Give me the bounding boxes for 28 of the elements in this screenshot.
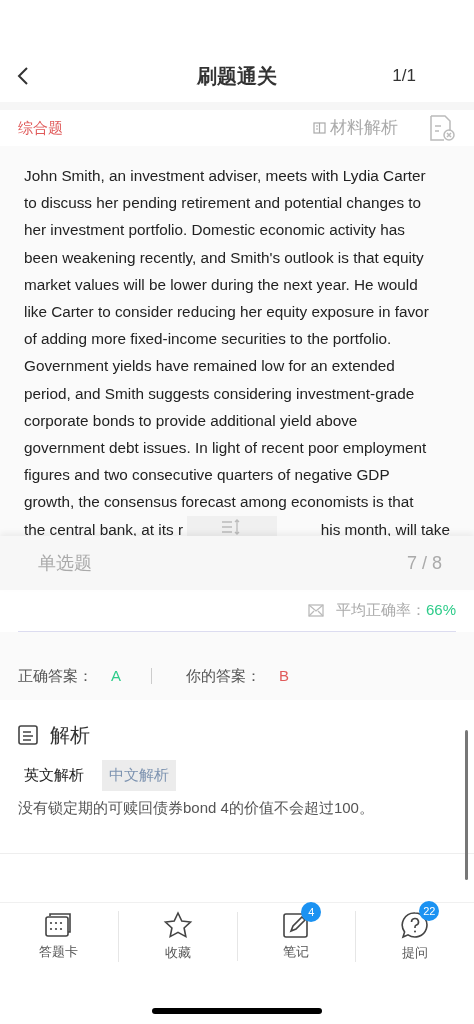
back-icon[interactable]: [16, 66, 30, 86]
nav-item[interactable]: 收藏: [162, 910, 193, 963]
count-badge: 4: [301, 901, 322, 922]
accuracy-label: 平均正确率：: [335, 600, 426, 621]
accuracy-value: 66%: [425, 600, 456, 621]
question-type: 综合题: [18, 117, 63, 138]
drag-handle[interactable]: [187, 516, 277, 536]
your-answer: B: [279, 665, 290, 686]
nav-item[interactable]: 答题卡: [39, 911, 79, 962]
book-icon: [313, 122, 326, 134]
analysis-title: 解析: [50, 723, 90, 748]
document-icon: [18, 725, 38, 745]
sub-question-type: 单选题: [38, 551, 92, 575]
cards-icon: [44, 911, 73, 938]
passage-text: the central bank, at its r: [24, 519, 183, 536]
correct-answer: A: [111, 665, 121, 686]
document-close-icon[interactable]: [428, 114, 456, 142]
analysis-tab[interactable]: 英文解析: [18, 760, 90, 791]
count-badge: 22: [419, 900, 440, 921]
mail-icon: [307, 604, 324, 617]
page-title: 刷题通关: [197, 64, 277, 89]
correct-answer-label: 正确答案：: [18, 665, 93, 686]
edit-icon: [283, 911, 310, 938]
your-answer-label: 你的答案：: [186, 665, 261, 686]
star-icon: [162, 910, 193, 939]
page-counter: 1/1: [392, 65, 416, 88]
analysis-text: 没有锁定期的可赎回债券bond 4的价值不会超过100。: [18, 797, 375, 818]
passage-text: his month, will take: [320, 519, 450, 536]
